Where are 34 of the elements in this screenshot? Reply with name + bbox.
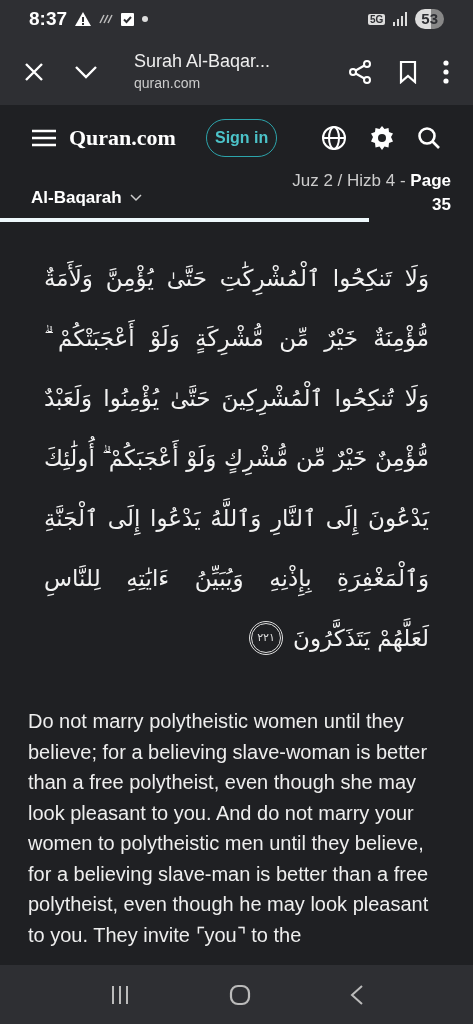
arabic-verse-line: لَعَلَّهُمْ يَتَذَكَّرُونَ: [293, 608, 429, 668]
signal-icon: [393, 12, 408, 26]
site-logo[interactable]: Quran.com: [69, 121, 176, 154]
battery-badge: 53: [415, 9, 444, 29]
arabic-verse-line: وَلَا تَنكِحُوا ٱلْمُشْرِكَٰتِ حَتَّىٰ يُؤْمِنَّ وَلَأَمَةٌ: [44, 248, 429, 308]
surah-selector[interactable]: Al-Baqarah: [31, 185, 142, 211]
warning-icon: [75, 12, 92, 26]
arabic-verse-line: يَدْعُونَ إِلَى ٱلنَّارِ وَٱللَّهُ يَدْعُوا إِلَى ٱلْجَنَّةِ: [44, 488, 429, 548]
language-button[interactable]: [321, 124, 347, 151]
arabic-verse-line: وَلَا تُنكِحُوا ٱلْمُشْرِكِينَ حَتَّىٰ يُؤْمِنُوا وَلَعَبْدٌ: [44, 368, 429, 428]
recents-button[interactable]: [109, 984, 130, 1005]
page-url: quran.com: [134, 74, 202, 93]
status-time: 8:37: [29, 6, 68, 31]
back-button[interactable]: [349, 983, 364, 1006]
arabic-verse-line: مُّؤْمِنٌ خَيْرٌ مِّن مُّشْرِكٍ وَلَوْ أَعْجَبَكُمْ ۗ أُولَٰئِكَ: [44, 428, 429, 488]
search-button[interactable]: [417, 125, 441, 150]
menu-button[interactable]: [443, 59, 449, 84]
home-button[interactable]: [228, 983, 251, 1006]
translation-text: Do not marry polytheistic women until they believe; for a believing slave-woman is better than a free polytheist, even though she may look pleasant to you. And do not marry your women to polytheistic men until they believe, for a believing slave-man is better than a free polytheist, even though he may look pleasant to you. They invite ⌜you⌝ to the: [27, 709, 430, 948]
dot-icon: [142, 16, 149, 22]
close-button[interactable]: [24, 60, 46, 83]
bookmark-button[interactable]: [399, 59, 417, 84]
checkbox-icon: [121, 12, 135, 26]
location-text: Juz 2 / Hizb 4 - Page: [292, 170, 451, 192]
network-badge: 5G: [367, 13, 386, 25]
caret-icon: [129, 193, 142, 202]
hatched-icon: [99, 14, 114, 24]
arabic-verse-line: مُّؤْمِنَةٌ خَيْرٌ مِّن مُّشْرِكَةٍ وَلَوْ أَعْجَبَتْكُمْ ۗ: [44, 308, 429, 368]
share-button[interactable]: [347, 58, 373, 85]
page-title: Surah Al-Baqar...: [134, 50, 271, 73]
page-number: 35: [432, 194, 451, 216]
settings-button[interactable]: [369, 124, 395, 151]
arabic-verse-line: وَٱلْمَغْفِرَةِ بِإِذْنِهِ وَيُبَيِّنُ ءَايَٰتِهِ لِلنَّاسِ: [44, 548, 429, 608]
menu-button[interactable]: [32, 128, 56, 147]
